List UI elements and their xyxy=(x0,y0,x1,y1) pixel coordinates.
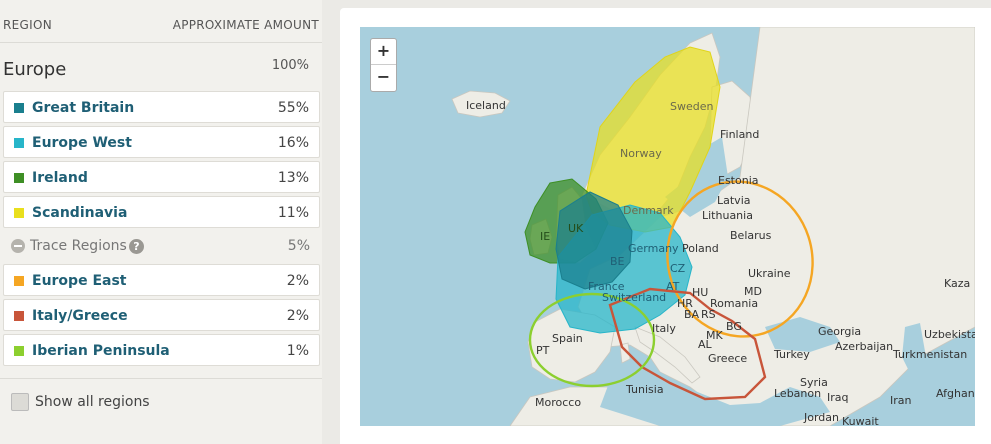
map-label-greece: Greece xyxy=(708,352,748,365)
region-row-ireland[interactable]: Ireland 13% xyxy=(3,161,320,193)
map-label-finland: Finland xyxy=(720,128,760,141)
map-label-tunisia: Tunisia xyxy=(626,383,664,396)
region-row-iberian-peninsula[interactable]: Iberian Peninsula 1% xyxy=(3,334,320,366)
map-label-iran: Iran xyxy=(890,394,912,407)
map-label-rs: RS xyxy=(701,308,716,321)
map-label-morocco: Morocco xyxy=(535,396,582,409)
map-label-turkey: Turkey xyxy=(774,348,810,361)
europe-label: Europe xyxy=(3,59,67,80)
map-label-ba: BA xyxy=(684,308,700,321)
map-label-uzbekistan: Uzbekistan xyxy=(924,328,975,341)
map-label-at: AT xyxy=(666,280,680,293)
map-label-sweden: Sweden xyxy=(670,100,714,113)
amount-column-header: APPROXIMATE AMOUNT xyxy=(172,18,319,32)
map-canvas[interactable] xyxy=(360,27,975,426)
iberian-peninsula-swatch xyxy=(14,346,24,356)
show-all-regions-label[interactable]: Show all regions xyxy=(35,394,150,410)
map-label-lithuania: Lithuania xyxy=(702,209,753,222)
map-label-jordan: Jordan xyxy=(804,411,839,424)
map-label-afghanistan: Afghani xyxy=(936,387,975,400)
map-label-lebanon: Lebanon xyxy=(774,387,822,400)
collapse-icon[interactable] xyxy=(11,239,25,253)
zoom-out-button[interactable]: − xyxy=(371,65,396,91)
region-column-header: REGION xyxy=(3,18,52,32)
region-percent: 16% xyxy=(277,135,309,151)
region-percent: 1% xyxy=(286,343,309,359)
region-row-europe-west[interactable]: Europe West 16% xyxy=(3,126,320,158)
help-icon[interactable]: ? xyxy=(129,239,144,254)
map-label-turkmenistan: Turkmenistan xyxy=(893,348,968,361)
map-label-belarus: Belarus xyxy=(730,229,772,242)
map-label-iceland: Iceland xyxy=(466,99,506,112)
map-label-romania: Romania xyxy=(710,297,759,310)
ethnicity-map[interactable]: + − Iceland Sweden Finland Norway Estoni… xyxy=(360,27,975,426)
ireland-swatch xyxy=(14,173,24,183)
map-label-cz: CZ xyxy=(670,262,686,275)
map-label-switzerland: Switzerland xyxy=(602,291,667,304)
map-label-bg: BG xyxy=(726,320,742,333)
trace-regions-toggle[interactable]: Trace Regions ? 5% xyxy=(3,237,320,259)
map-label-ukraine: Ukraine xyxy=(748,267,791,280)
divider xyxy=(0,378,322,379)
europe-percent: 100% xyxy=(271,58,309,73)
map-label-latvia: Latvia xyxy=(717,194,751,207)
map-label-spain: Spain xyxy=(552,332,583,345)
map-label-al: AL xyxy=(698,338,712,351)
region-row-scandinavia[interactable]: Scandinavia 11% xyxy=(3,196,320,228)
map-label-kazakhstan: Kaza xyxy=(944,277,971,290)
zoom-in-button[interactable]: + xyxy=(371,39,396,65)
scandinavia-swatch xyxy=(14,208,24,218)
map-label-kuwait: Kuwait xyxy=(842,415,879,426)
region-percent: 13% xyxy=(277,170,309,186)
ethnicity-panel: REGION APPROXIMATE AMOUNT Europe 100% Gr… xyxy=(0,0,322,444)
region-percent: 2% xyxy=(286,308,309,324)
map-label-iraq: Iraq xyxy=(827,391,849,404)
region-label[interactable]: Scandinavia xyxy=(32,205,127,221)
region-label[interactable]: Europe West xyxy=(32,135,132,151)
table-header: REGION APPROXIMATE AMOUNT xyxy=(0,0,322,43)
trace-regions-label[interactable]: Trace Regions xyxy=(30,238,127,254)
map-label-poland: Poland xyxy=(682,242,719,255)
region-label[interactable]: Great Britain xyxy=(32,100,134,116)
region-row-great-britain[interactable]: Great Britain 55% xyxy=(3,91,320,123)
region-label[interactable]: Italy/Greece xyxy=(32,308,128,324)
map-label-norway: Norway xyxy=(620,147,662,160)
region-row-europe-east[interactable]: Europe East 2% xyxy=(3,264,320,296)
europe-west-swatch xyxy=(14,138,24,148)
checkbox-icon[interactable] xyxy=(11,393,29,411)
region-percent: 55% xyxy=(277,100,309,116)
region-label[interactable]: Europe East xyxy=(32,273,126,289)
map-label-germany: Germany xyxy=(628,242,679,255)
map-label-hu: HU xyxy=(692,286,709,299)
map-label-georgia: Georgia xyxy=(818,325,862,338)
europe-summary: Europe 100% xyxy=(0,43,322,91)
zoom-control[interactable]: + − xyxy=(370,38,397,92)
map-label-ie: IE xyxy=(540,230,551,243)
map-label-be: BE xyxy=(610,255,625,268)
region-label[interactable]: Ireland xyxy=(32,170,88,186)
map-label-uk: UK xyxy=(568,222,584,235)
europe-east-swatch xyxy=(14,276,24,286)
great-britain-swatch xyxy=(14,103,24,113)
region-label[interactable]: Iberian Peninsula xyxy=(32,343,170,359)
map-label-italy: Italy xyxy=(652,322,676,335)
region-percent: 2% xyxy=(286,273,309,289)
map-label-azerbaijan: Azerbaijan xyxy=(835,340,894,353)
italy-greece-swatch xyxy=(14,311,24,321)
map-label-denmark: Denmark xyxy=(623,204,674,217)
map-label-estonia: Estonia xyxy=(718,174,759,187)
region-row-italy-greece[interactable]: Italy/Greece 2% xyxy=(3,299,320,331)
map-label-pt: PT xyxy=(536,344,550,357)
region-percent: 11% xyxy=(277,205,309,221)
trace-regions-percent: 5% xyxy=(287,238,310,254)
